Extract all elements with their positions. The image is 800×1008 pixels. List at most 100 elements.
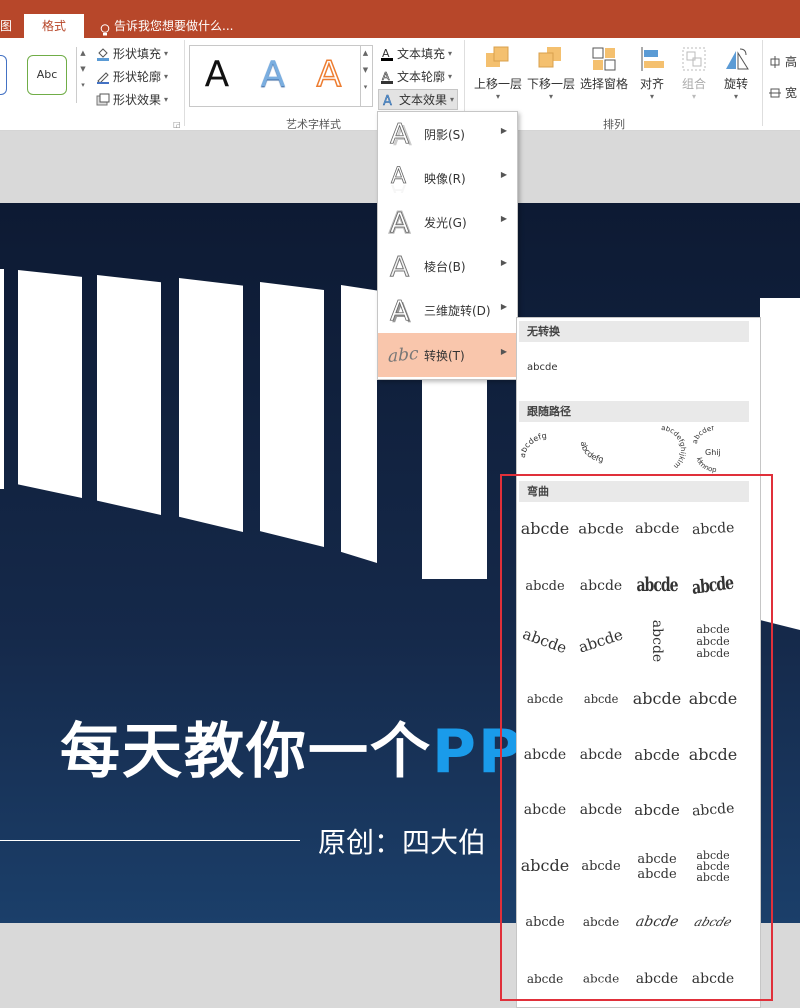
menu-item-3d-rotation[interactable]: AA 三维旋转(D) ▶ [378,288,517,332]
chevron-down-icon: ▾ [691,92,696,101]
group-button[interactable]: 组合 ▾ [676,45,712,101]
slide-stripe [341,285,377,563]
send-backward-button[interactable]: 下移一层 ▾ [526,45,576,101]
bevel-a-icon: A [388,250,414,284]
3d-rotation-a-icon: AA [388,294,414,329]
height-label: 高 [785,55,798,69]
align-button[interactable]: 对齐 ▾ [634,45,670,101]
path-text: abcdefg [518,431,547,458]
menu-item-label: 棱台(B) [424,260,466,274]
shape-style-scroll[interactable]: ▲ ▼ ▾ [76,47,89,103]
menu-item-glow[interactable]: AA 发光(G) ▶ [378,200,517,244]
width-field[interactable]: 宽 [768,84,797,101]
tell-me-box[interactable]: 告诉我您想要做什么... [100,14,300,38]
wordart-style-blue[interactable]: A [252,47,294,103]
chevron-down-icon: ▾ [733,92,738,101]
svg-text:A: A [390,207,409,237]
no-transform-option[interactable]: abcde [527,362,557,373]
align-icon [638,45,666,73]
menu-item-transform[interactable]: abc 转换(T) ▶ [378,333,517,377]
tab-format[interactable]: 格式 [24,14,84,38]
follow-path-arch-up[interactable]: abcdefg [518,428,577,474]
text-outline-button[interactable]: A 文本轮廓 ▾ [380,68,452,85]
width-label: 宽 [785,86,798,100]
shape-effects-icon [96,93,110,107]
shape-effects-button[interactable]: 形状效果 ▾ [96,91,168,108]
bring-forward-icon [484,45,512,73]
text-fill-label: 文本填充 [397,47,446,61]
shape-outline-button[interactable]: 形状轮廓 ▾ [96,68,168,85]
slide-stripe [18,270,82,498]
chevron-down-icon: ▾ [448,49,453,58]
menu-item-reflection[interactable]: AA 映像(R) ▶ [378,156,517,204]
selection-pane-button[interactable]: 选择窗格 [578,45,630,92]
menu-item-label: 映像(R) [424,172,466,186]
chevron-down-icon: ▾ [649,92,654,101]
slide-title-text: 每天教你一个 [60,717,432,787]
tab-view-partial[interactable]: 图 [0,14,16,38]
text-effects-label: 文本效果 [399,93,448,107]
svg-text:Ghij: Ghij [705,448,721,457]
no-transform-header: 无转换 [519,321,749,342]
rotate-icon [722,45,750,73]
bring-forward-button[interactable]: 上移一层 ▾ [472,45,524,101]
svg-text:abcdefg: abcdefg [579,441,604,464]
chevron-right-icon: ▶ [500,126,507,135]
chevron-right-icon: ▶ [500,170,507,179]
svg-text:A: A [390,295,409,325]
transform-abc-icon: abc [388,340,419,370]
text-effects-menu: AA 阴影(S) ▶ AA 映像(R) ▶ AA 发光(G) ▶ A 棱台(B)… [377,111,518,380]
slide-subtitle[interactable]: 原创：四大伯 [318,821,486,861]
follow-path-button[interactable]: abcdef Ghij klmnop [689,424,745,476]
send-backward-icon [537,45,565,73]
menu-item-label: 阴影(S) [424,128,465,142]
height-field[interactable]: 高 [768,53,797,70]
menu-item-shadow[interactable]: AA 阴影(S) ▶ [378,112,517,156]
dialog-launcher-icon[interactable]: ◲ [173,120,181,129]
selection-pane-icon [590,45,618,73]
svg-text:klmnop: klmnop [695,457,718,474]
slide-stripe [260,282,324,547]
slide-stripe [97,275,161,515]
rotate-label: 旋转 [723,77,748,91]
follow-path-arch-down[interactable]: abcdefg [577,428,633,474]
text-fill-a-icon: A [380,47,394,61]
slide-stripe [422,379,487,579]
menu-item-label: 三维旋转(D) [424,304,491,318]
slide-title[interactable]: 每天教你一个PP [60,703,524,790]
selection-pane-label: 选择窗格 [579,77,628,91]
chevron-down-icon: ▾ [495,92,500,101]
menu-item-bevel[interactable]: A 棱台(B) ▶ [378,244,517,288]
rotate-button[interactable]: 旋转 ▾ [718,45,754,101]
shape-outline-label: 形状轮廓 [113,70,162,84]
group-icon [680,45,708,73]
shape-style-swatch-partial[interactable] [0,55,7,95]
chevron-down-icon: ▾ [548,92,553,101]
text-effects-button[interactable]: A 文本效果 ▾ [378,89,459,110]
wordart-style-black[interactable]: A [196,47,238,103]
text-outline-label: 文本轮廓 [397,70,446,84]
follow-path-header: 跟随路径 [519,401,749,422]
annotation-highlight-box [500,474,773,1001]
shape-fill-button[interactable]: 形状填充 ▾ [96,45,168,62]
menu-item-label: 发光(G) [424,216,467,230]
width-icon [768,86,782,100]
wordart-style-orange-outline[interactable]: A [308,47,350,103]
follow-path-circle[interactable]: abcdefghijklm [633,424,689,476]
chevron-right-icon: ▶ [500,302,507,311]
slide-stripe [0,269,4,489]
text-fill-button[interactable]: A 文本填充 ▾ [380,45,452,62]
shape-style-swatch-abc[interactable]: Abc [27,55,67,95]
glow-a-icon: AA [388,205,414,241]
svg-text:A: A [390,119,409,149]
wordart-gallery-scroll[interactable]: ▲ ▼ ▾ [359,45,373,107]
pen-icon [96,70,110,84]
text-effects-a-icon: A [382,93,396,108]
title-bar [0,0,800,14]
ribbon-divider [762,40,763,126]
paint-bucket-icon [96,47,110,61]
align-label: 对齐 [639,77,664,91]
wordart-group-label: 艺术字样式 [286,118,341,131]
slide-stripe [179,278,243,532]
chevron-down-icon: ▾ [164,72,169,81]
